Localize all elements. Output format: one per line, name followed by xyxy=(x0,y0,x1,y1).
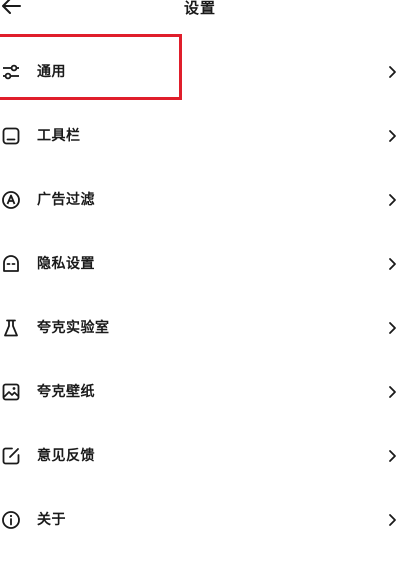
menu-item-wallpaper[interactable]: 夸克壁纸 xyxy=(0,360,400,424)
menu-item-label: 意见反馈 xyxy=(37,448,95,464)
menu-item-label: 夸克实验室 xyxy=(37,320,110,336)
menu-item-label: 广告过滤 xyxy=(37,192,95,208)
toolbar-icon xyxy=(2,127,20,145)
chevron-right-icon xyxy=(389,66,396,78)
menu-item-label: 通用 xyxy=(37,64,66,80)
settings-menu: 通用 工具栏 广告过滤 隐私设置 夸克实验室 夸克壁纸 意见反馈 关于 xyxy=(0,40,400,552)
header: 设置 xyxy=(0,0,400,24)
menu-item-ad-filter[interactable]: 广告过滤 xyxy=(0,168,400,232)
wallpaper-image-icon xyxy=(2,383,20,401)
menu-item-feedback[interactable]: 意见反馈 xyxy=(0,424,400,488)
chevron-right-icon xyxy=(389,322,396,334)
privacy-mask-icon xyxy=(3,255,19,272)
chevron-right-icon xyxy=(389,514,396,526)
menu-item-label: 隐私设置 xyxy=(37,256,95,272)
ad-block-icon xyxy=(2,191,20,209)
chevron-right-icon xyxy=(389,194,396,206)
info-icon xyxy=(2,511,20,529)
menu-item-label: 工具栏 xyxy=(37,128,81,144)
menu-item-privacy[interactable]: 隐私设置 xyxy=(0,232,400,296)
chevron-right-icon xyxy=(389,386,396,398)
chevron-right-icon xyxy=(389,130,396,142)
menu-item-about[interactable]: 关于 xyxy=(0,488,400,552)
menu-item-label: 夸克壁纸 xyxy=(37,384,95,400)
chevron-right-icon xyxy=(389,450,396,462)
menu-item-label: 关于 xyxy=(37,512,66,528)
sliders-icon xyxy=(3,64,19,80)
menu-item-toolbar[interactable]: 工具栏 xyxy=(0,104,400,168)
feedback-edit-icon xyxy=(2,447,20,465)
settings-screen: 设置 通用 工具栏 广告过滤 隐私设置 夸克实验室 夸克壁纸 意见反馈 关于 xyxy=(0,0,400,564)
chevron-right-icon xyxy=(389,258,396,270)
menu-item-general[interactable]: 通用 xyxy=(0,40,400,104)
flask-icon xyxy=(4,319,18,337)
menu-item-lab[interactable]: 夸克实验室 xyxy=(0,296,400,360)
page-title: 设置 xyxy=(183,0,216,17)
